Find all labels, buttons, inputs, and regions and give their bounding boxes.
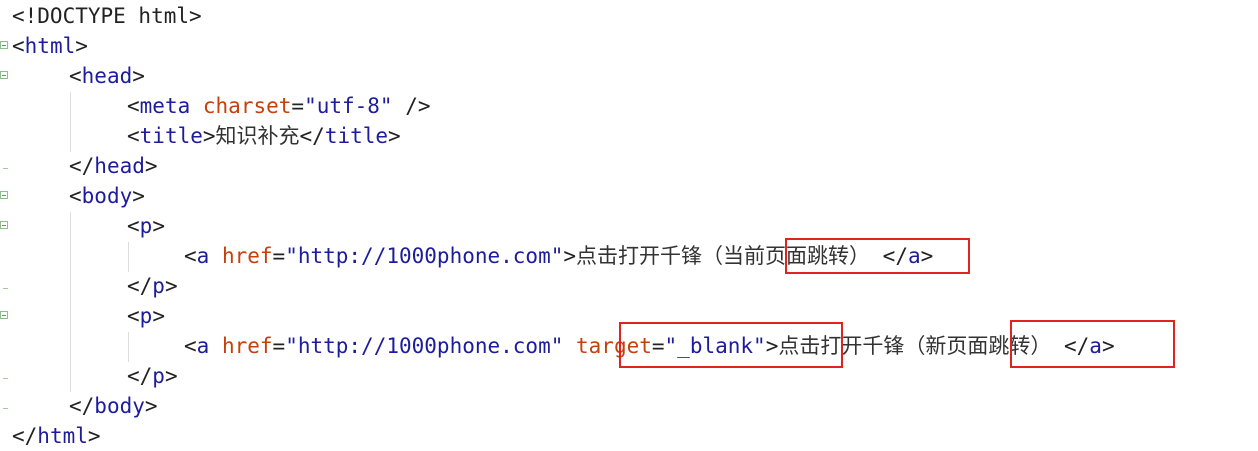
fold-end-marker (3, 378, 8, 379)
code-line-link2: <a href="http://1000phone.com" target="_… (184, 334, 1115, 358)
code-line-html-open: <html> (12, 34, 88, 58)
p-tag: p (139, 214, 153, 238)
code-line-p-close-2: </p> (127, 364, 178, 388)
href-value: "http://1000phone.com" (285, 244, 564, 268)
code-line-body-close: </body> (69, 394, 158, 418)
editor-gutter (0, 0, 10, 447)
code-line-p-close: </p> (127, 274, 178, 298)
p-close-tag: p (152, 274, 165, 298)
code-line-doctype: <!DOCTYPE html> (12, 1, 202, 31)
target-attribute: target (576, 334, 652, 358)
head-tag: head (81, 64, 133, 88)
link2-text: 点击打开千锋 (778, 334, 905, 358)
href-attribute: href (221, 334, 273, 358)
a-tag: a (196, 334, 210, 358)
code-line-p-open-2: <p> (127, 304, 165, 328)
indent-guide (128, 242, 129, 272)
p-close-tag: p (152, 364, 165, 388)
body-close-tag: body (94, 394, 145, 418)
code-line-body-open: <body> (69, 184, 145, 208)
meta-close: /> (392, 94, 431, 118)
head-close-tag: head (94, 154, 145, 178)
code-editor[interactable]: <!DOCTYPE html> <html> <head> <meta char… (0, 0, 1258, 448)
fold-toggle-icon[interactable] (0, 311, 8, 319)
html-close-tag: html (37, 424, 88, 448)
indent-guide (70, 212, 71, 392)
fold-end-marker (3, 408, 8, 409)
charset-attribute: charset (202, 94, 292, 118)
fold-end-marker (3, 288, 8, 289)
a-close-tag: a (907, 244, 921, 268)
code-line-head-open: <head> (69, 64, 145, 88)
code-line-link1: <a href="http://1000phone.com">点击打开千锋（当前… (184, 244, 934, 268)
fold-toggle-icon[interactable] (0, 41, 8, 49)
fold-toggle-icon[interactable] (0, 71, 8, 79)
meta-tag: meta (139, 94, 191, 118)
title-text: 知识补充 (215, 124, 300, 148)
code-line-meta: <meta charset="utf-8" /> (127, 94, 431, 118)
indent-guide (128, 332, 129, 362)
target-value: "_blank" (664, 334, 766, 358)
link1-note: （当前页面跳转） (702, 244, 871, 268)
html-tag: html (24, 34, 76, 58)
fold-end-marker (3, 168, 8, 169)
href-attribute: href (221, 244, 273, 268)
charset-value: "utf-8" (304, 94, 393, 118)
a-close-tag: a (1089, 334, 1102, 358)
code-line-p-open: <p> (127, 214, 165, 238)
link2-note: （新页面跳转） (904, 334, 1052, 358)
doctype-declaration: <!DOCTYPE html> (12, 4, 202, 28)
title-tag: title (139, 124, 203, 148)
a-tag: a (196, 244, 210, 268)
code-line-head-close: </head> (69, 154, 158, 178)
code-line-title: <title>知识补充</title> (127, 124, 401, 148)
body-tag: body (81, 184, 133, 208)
p-tag: p (139, 304, 153, 328)
link1-text: 点击打开千锋 (576, 244, 703, 268)
title-close-tag: title (324, 124, 389, 148)
fold-toggle-icon[interactable] (0, 191, 8, 199)
href-value: "http://1000phone.com" (285, 334, 564, 358)
fold-toggle-icon[interactable] (0, 221, 8, 229)
indent-guide (70, 92, 71, 152)
